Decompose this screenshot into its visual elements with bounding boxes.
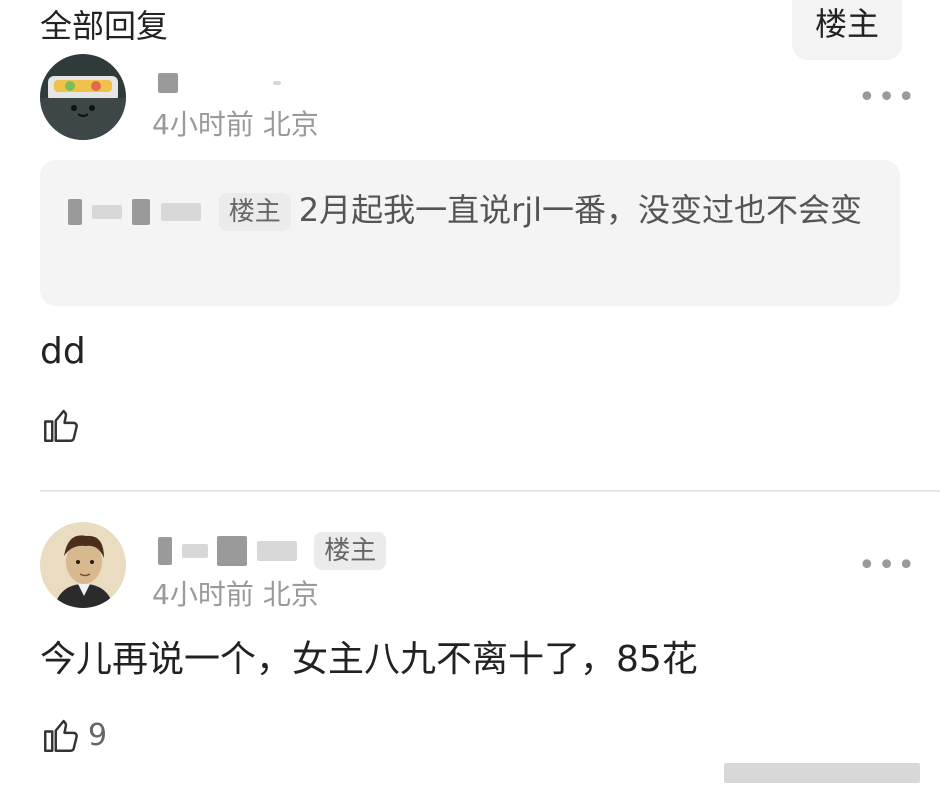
avatar[interactable] — [40, 54, 126, 140]
quoted-username-redacted — [68, 191, 211, 229]
like-count: 9 — [88, 717, 108, 753]
more-icon[interactable]: ••• — [858, 551, 917, 581]
page-title: 全部回复 — [40, 7, 169, 45]
reply-text: 今儿再说一个，女主八九不离十了，85花 — [40, 639, 698, 680]
avatar[interactable] — [40, 522, 126, 608]
like-button[interactable] — [40, 404, 88, 446]
owner-only-tab[interactable]: 楼主 — [792, 0, 902, 60]
thumbs-up-icon — [44, 409, 78, 442]
divider — [40, 490, 940, 492]
watermark-redacted — [724, 762, 920, 783]
sushi-avatar-icon — [40, 54, 126, 140]
portrait-avatar-icon — [40, 522, 126, 608]
owner-badge: 楼主 — [218, 193, 291, 231]
username-redacted — [158, 72, 282, 93]
username-redacted: 楼主 — [158, 530, 394, 570]
more-icon[interactable]: ••• — [858, 83, 917, 113]
quoted-text: 2月起我一直说rjl一番，没变过也不会变 — [298, 191, 863, 229]
thumbs-up-icon — [44, 719, 78, 752]
timestamp-location: 4小时前 北京 — [152, 108, 319, 141]
quoted-reply-content: 楼主 2月起我一直说rjl一番，没变过也不会变 — [68, 182, 868, 238]
timestamp-location: 4小时前 北京 — [152, 578, 319, 611]
like-button[interactable]: 9 — [40, 714, 107, 756]
reply-text: dd — [40, 331, 86, 372]
owner-badge: 楼主 — [314, 531, 387, 570]
